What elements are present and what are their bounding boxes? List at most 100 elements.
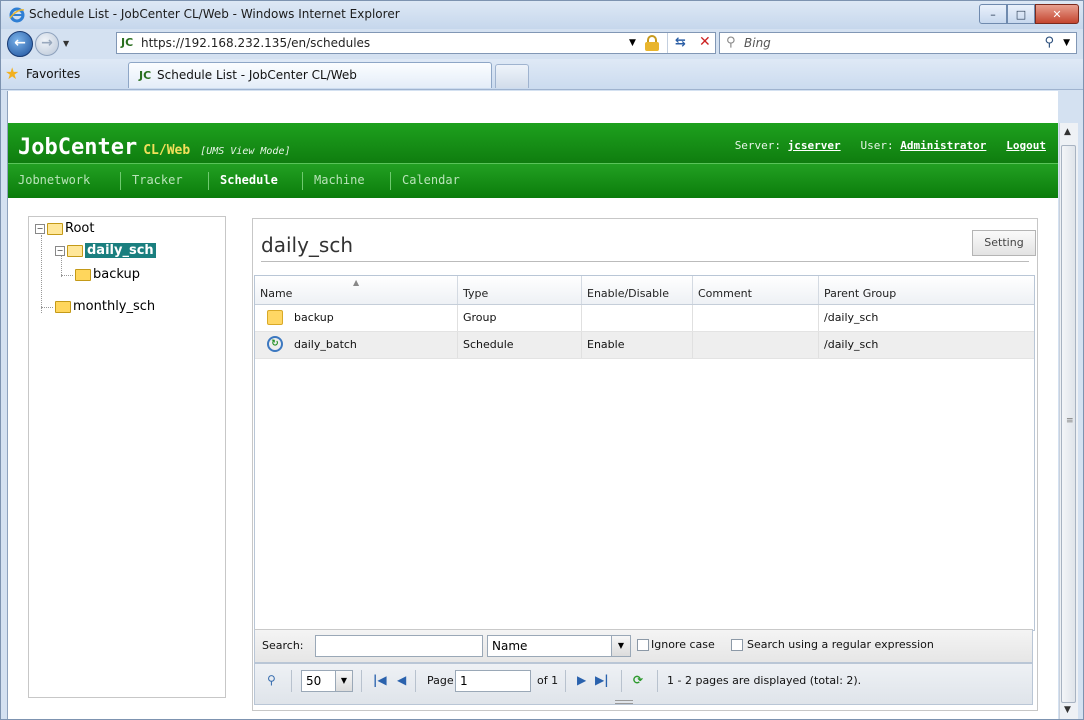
view-mode: [UMS View Mode] [200,146,291,157]
app-logo: JobCenter CL/Web [UMS View Mode] [18,135,291,160]
cell-enable [582,305,693,331]
column-header-comment[interactable]: Comment [693,276,819,304]
previous-page-icon[interactable]: ◀ [397,673,406,687]
collapse-icon[interactable]: − [35,223,45,234]
setting-button[interactable]: Setting [972,230,1036,256]
search-input[interactable] [315,635,483,657]
collapse-icon[interactable]: − [55,245,65,256]
maximize-button[interactable]: □ [1007,4,1035,24]
last-page-icon[interactable]: ▶| [595,673,609,687]
first-page-icon[interactable]: |◀ [373,673,387,687]
tree-node-backup[interactable]: backup [75,267,140,282]
pager-separator [361,670,362,692]
column-header-parent[interactable]: Parent Group [819,276,1034,304]
search-icon[interactable]: ⚲ [267,673,276,687]
pager-separator [565,670,566,692]
tree-node-label: daily_sch [85,243,156,258]
menu-divider [120,172,121,190]
user-link[interactable]: Administrator [900,139,986,152]
close-button[interactable]: ✕ [1035,4,1079,24]
pager-separator [291,670,292,692]
title-divider [261,261,1029,262]
column-header-name[interactable]: Name [255,276,458,304]
star-icon: ★ [5,64,20,83]
logout-link[interactable]: Logout [1006,139,1046,152]
ignore-case-checkbox[interactable] [637,639,649,651]
title-bar: Schedule List - JobCenter CL/Web - Windo… [1,1,1083,29]
pager-separator [415,670,416,692]
refresh-icon[interactable]: ⟳ [633,673,643,687]
page-count: of 1 [537,674,559,687]
cell-type: Group [458,305,582,331]
folder-icon [267,310,283,325]
address-dropdown-icon[interactable]: ▼ [629,38,636,48]
main-menu: Jobnetwork Tracker Schedule Machine Cale… [8,163,1058,198]
favorites-label: Favorites [26,67,81,81]
url-text[interactable]: https://192.168.232.135/en/schedules [141,36,370,50]
stop-icon[interactable]: ✕ [699,34,711,50]
address-separator [667,33,668,53]
menu-calendar[interactable]: Calendar [402,173,460,187]
grid-header: ▲ Name Type Enable/Disable Comment Paren… [255,276,1034,305]
page-size-value: 50 [306,674,322,688]
window-title: Schedule List - JobCenter CL/Web - Windo… [29,7,400,21]
lock-icon[interactable] [645,35,659,51]
resize-handle[interactable] [615,700,633,704]
app-header: JobCenter CL/Web [UMS View Mode] Server: j… [8,123,1058,163]
search-box[interactable]: ⚲ Bing ⚲ ▼ [719,32,1077,54]
menu-jobnetwork[interactable]: Jobnetwork [18,173,90,187]
folder-open-icon [47,222,63,235]
chevron-down-icon[interactable]: ▼ [335,671,352,691]
compat-view-icon[interactable]: ⇆ [675,35,686,50]
column-header-type[interactable]: Type [458,276,582,304]
forward-button[interactable]: → [35,32,59,56]
scroll-up-icon[interactable]: ▲ [1064,127,1071,137]
menu-divider [390,172,391,190]
search-field-select[interactable]: Name ▼ [487,635,631,657]
table-row[interactable]: backup Group /daily_sch [255,305,1034,332]
page-size-select[interactable]: 50 ▼ [301,670,353,692]
cell-enable: Enable [582,332,693,358]
back-button[interactable]: ← [7,31,33,57]
browser-window: Schedule List - JobCenter CL/Web - Windo… [0,0,1084,720]
tree-line [61,275,73,276]
table-row[interactable]: ↻ daily_batch Schedule Enable /daily_sch [255,332,1034,359]
recent-pages-dropdown-icon[interactable]: ▼ [63,39,69,48]
tree-node-monthly-sch[interactable]: monthly_sch [55,299,155,314]
search-options-dropdown-icon[interactable]: ▼ [1063,38,1070,48]
new-tab-button[interactable] [495,64,529,88]
menu-machine[interactable]: Machine [314,173,365,187]
cell-comment [693,305,819,331]
menu-schedule[interactable]: Schedule [220,173,278,187]
schedule-icon: ↻ [267,336,283,352]
minimize-button[interactable]: – [979,4,1007,24]
tree-line [61,255,62,277]
menu-tracker[interactable]: Tracker [132,173,183,187]
search-bar: Search: Name ▼ Ignore case Search using … [254,629,1033,663]
menu-divider [208,172,209,190]
server-label: Server: [734,139,782,152]
tab-label: Schedule List - JobCenter CL/Web [157,68,357,82]
scroll-down-icon[interactable]: ▼ [1064,705,1071,715]
column-header-enable[interactable]: Enable/Disable [582,276,693,304]
tree-node-root[interactable]: − Root [35,221,94,236]
server-link[interactable]: jcserver [788,139,841,152]
browser-tab[interactable]: JC Schedule List - JobCenter CL/Web [128,62,492,88]
forward-arrow-icon: → [41,35,53,51]
regex-checkbox[interactable] [731,639,743,651]
brand-name: JobCenter [18,135,138,160]
search-field-value: Name [492,639,528,653]
tree-node-daily-sch[interactable]: − daily_sch [55,243,156,258]
internet-explorer-icon [9,7,25,23]
vertical-scrollbar[interactable]: ▲ ≡ ▼ [1059,123,1078,719]
address-bar[interactable]: JC https://192.168.232.135/en/schedules … [116,32,716,54]
scroll-thumb[interactable]: ≡ [1061,145,1076,703]
page-input[interactable]: 1 [455,670,531,692]
favorites-button[interactable]: ★ Favorites [5,63,80,85]
search-go-icon[interactable]: ⚲ [1044,35,1054,50]
search-provider-icon: ⚲ [726,35,736,50]
chevron-down-icon[interactable]: ▼ [611,636,630,656]
next-page-icon[interactable]: ▶ [577,673,586,687]
tree-node-label: backup [93,267,140,282]
cell-name: backup [289,305,458,331]
